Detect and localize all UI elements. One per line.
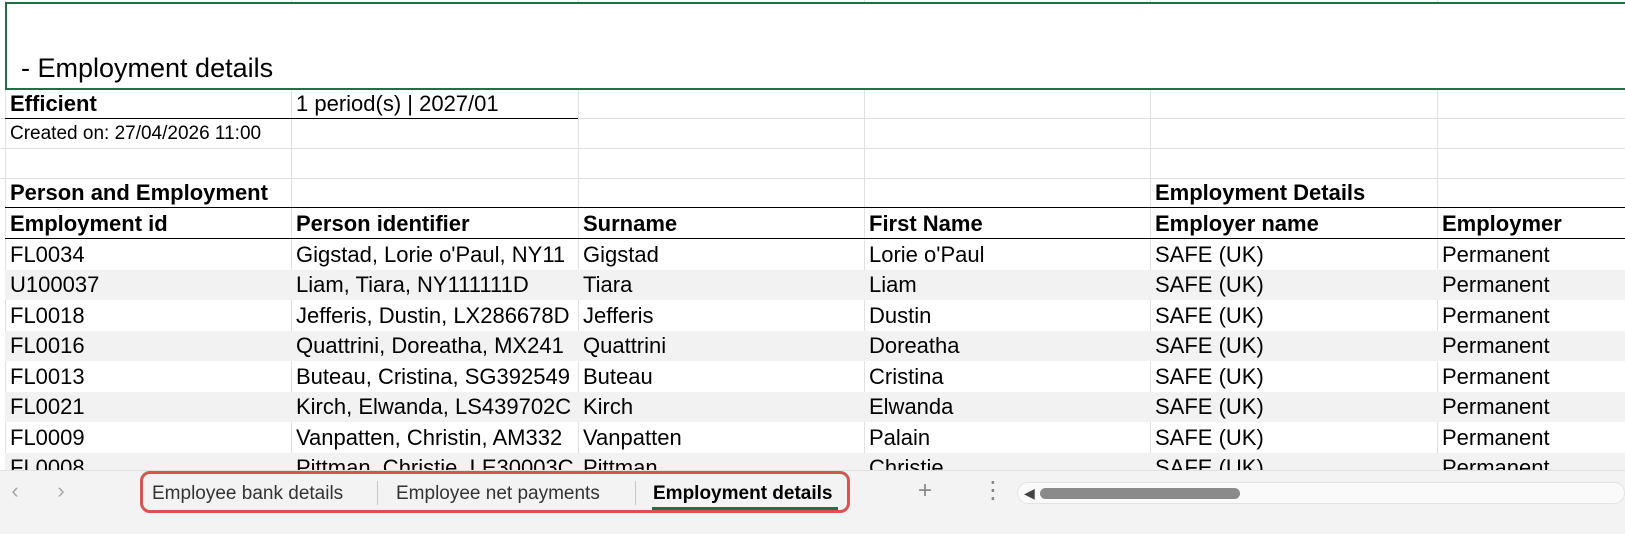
table-cell[interactable]: Doreatha xyxy=(864,331,1150,361)
table-cell[interactable]: FL0013 xyxy=(5,362,291,392)
scroll-left-icon[interactable]: ◀ xyxy=(1024,485,1035,501)
table-cell[interactable]: Jefferis xyxy=(578,301,864,331)
table-cell[interactable]: Lorie o'Paul xyxy=(864,240,1150,270)
table-cell[interactable]: Gigstad, Lorie o'Paul, NY11 xyxy=(291,240,578,270)
table-cell[interactable]: SAFE (UK) xyxy=(1150,270,1437,300)
table-cell[interactable]: Buteau xyxy=(578,362,864,392)
table-cell[interactable]: SAFE (UK) xyxy=(1150,240,1437,270)
table-cell[interactable]: Vanpatten xyxy=(578,423,864,453)
table-cell[interactable]: Dustin xyxy=(864,301,1150,331)
column-header-surname[interactable]: Surname xyxy=(578,209,864,239)
table-cell[interactable]: SAFE (UK) xyxy=(1150,392,1437,422)
column-header-rule xyxy=(5,238,1625,239)
table-cell[interactable]: Liam, Tiara, NY111111D xyxy=(291,270,578,300)
selected-title-cell[interactable]: - Employment details xyxy=(5,2,1625,90)
table-cell[interactable]: Elwanda xyxy=(864,392,1150,422)
table-cell[interactable]: Kirch, Elwanda, LS439702C xyxy=(291,392,578,422)
table-cell[interactable]: FL0034 xyxy=(5,240,291,270)
column-header-first-name[interactable]: First Name xyxy=(864,209,1150,239)
table-cell[interactable]: Vanpatten, Christin, AM332 xyxy=(291,423,578,453)
chevron-right-icon[interactable]: › xyxy=(46,471,76,511)
table-cell[interactable]: Permanent xyxy=(1437,301,1625,331)
table-cell[interactable]: FL0009 xyxy=(5,423,291,453)
column-header-employer-name[interactable]: Employer name xyxy=(1150,209,1437,239)
table-cell[interactable]: Palain xyxy=(864,423,1150,453)
table-cell[interactable]: SAFE (UK) xyxy=(1150,331,1437,361)
table-cell[interactable]: FL0021 xyxy=(5,392,291,422)
table-cell[interactable]: Quattrini, Doreatha, MX241 xyxy=(291,331,578,361)
spreadsheet-grid[interactable]: - Employment details Efficient 1 period(… xyxy=(0,0,1625,484)
table-cell[interactable]: Permanent xyxy=(1437,331,1625,361)
chevron-left-icon[interactable]: ‹ xyxy=(0,471,30,511)
table-cell[interactable]: FL0016 xyxy=(5,331,291,361)
group-header-employment-details[interactable]: Employment Details xyxy=(1150,178,1625,208)
table-cell[interactable]: FL0018 xyxy=(5,301,291,331)
table-cell[interactable]: Cristina xyxy=(864,362,1150,392)
info-label[interactable]: Efficient xyxy=(5,89,291,119)
sheet-tab-bar: ‹ › Employee bank details Employee net p… xyxy=(0,470,1625,534)
tab-separator xyxy=(635,481,636,505)
table-cell[interactable]: Tiara xyxy=(578,270,864,300)
table-cell[interactable]: SAFE (UK) xyxy=(1150,301,1437,331)
horizontal-scrollbar[interactable]: ◀ xyxy=(1017,482,1625,504)
info-value[interactable]: 1 period(s) | 2027/01 xyxy=(291,89,578,119)
table-cell[interactable]: Permanent xyxy=(1437,240,1625,270)
table-cell[interactable]: Permanent xyxy=(1437,423,1625,453)
group-header-person-employment[interactable]: Person and Employment xyxy=(5,178,578,208)
table-cell[interactable]: Kirch xyxy=(578,392,864,422)
scrollbar-thumb[interactable] xyxy=(1040,488,1240,499)
table-cell[interactable]: SAFE (UK) xyxy=(1150,423,1437,453)
table-cell[interactable]: Buteau, Cristina, SG392549 xyxy=(291,362,578,392)
table-cell[interactable]: Liam xyxy=(864,270,1150,300)
table-cell[interactable]: Jefferis, Dustin, LX286678D xyxy=(291,301,578,331)
table-cell[interactable]: Permanent xyxy=(1437,270,1625,300)
table-cell[interactable]: U100037 xyxy=(5,270,291,300)
table-cell[interactable]: Permanent xyxy=(1437,392,1625,422)
more-options-icon[interactable]: ⋮ xyxy=(975,471,1011,511)
group-header-rule xyxy=(5,207,1625,208)
table-cell[interactable]: Gigstad xyxy=(578,240,864,270)
add-sheet-button[interactable]: + xyxy=(905,471,945,511)
table-cell[interactable]: Permanent xyxy=(1437,362,1625,392)
tab-employee-net-payments[interactable]: Employee net payments xyxy=(390,474,606,514)
table-cell[interactable]: SAFE (UK) xyxy=(1150,362,1437,392)
tab-separator xyxy=(377,481,378,505)
column-header-person-identifier[interactable]: Person identifier xyxy=(291,209,578,239)
active-tab-underline xyxy=(652,507,838,510)
column-header-employment-id[interactable]: Employment id xyxy=(5,209,291,239)
column-header-employment[interactable]: Employmer xyxy=(1437,209,1625,239)
tab-employee-bank-details[interactable]: Employee bank details xyxy=(146,474,349,514)
created-on-text[interactable]: Created on: 27/04/2026 11:00 xyxy=(5,119,578,149)
table-cell[interactable]: Quattrini xyxy=(578,331,864,361)
sheet-title: - Employment details xyxy=(21,53,274,83)
